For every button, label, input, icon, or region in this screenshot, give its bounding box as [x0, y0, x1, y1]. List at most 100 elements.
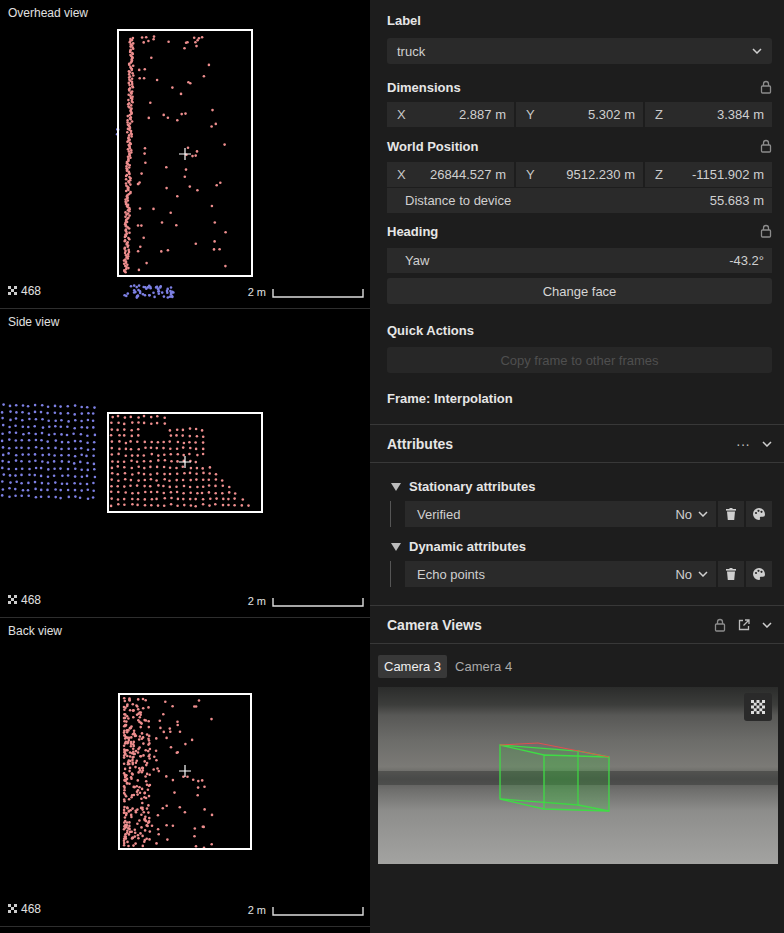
point-cloud-canvas-part [94, 434, 97, 437]
color-button[interactable] [746, 561, 772, 587]
chevron-down-icon[interactable] [762, 622, 772, 628]
lock-icon[interactable] [760, 80, 772, 94]
attribute-group-toggle[interactable]: Dynamic attributes [387, 539, 772, 554]
point-cloud-canvas-part [176, 472, 179, 475]
lock-part [760, 224, 772, 238]
center-cross-icon[interactable] [179, 148, 191, 160]
point-cloud-canvas-part [144, 162, 147, 165]
attributes-header[interactable]: Attributes··· [370, 425, 784, 462]
view-panel[interactable]: Side view4682 m [0, 309, 370, 618]
point-cloud-canvas-part [123, 423, 126, 426]
point-cloud-canvas-part [22, 489, 25, 492]
lock-icon[interactable] [760, 224, 772, 238]
number-field[interactable]: Y5.302 m [516, 102, 643, 127]
camera-tab[interactable]: Camera 3 [378, 655, 447, 678]
point-cloud-canvas-part [169, 212, 172, 215]
point-cloud-canvas-part [117, 480, 120, 483]
point-cloud-canvas-part [59, 412, 62, 415]
point-cloud-canvas-part [190, 467, 193, 470]
point-cloud-canvas-part [148, 726, 151, 729]
point-cloud-canvas[interactable] [0, 309, 370, 617]
point-cloud-canvas-part [123, 779, 126, 782]
camera-tab[interactable]: Camera 4 [449, 655, 518, 678]
distance-label: Distance to device [405, 193, 511, 208]
point-cloud-canvas-part [111, 440, 114, 443]
pointcloud-toggle-button[interactable] [744, 693, 772, 721]
bounding-box[interactable] [118, 30, 252, 276]
attribute-group-toggle[interactable]: Stationary attributes [387, 479, 772, 494]
point-cloud-canvas-part [172, 779, 175, 782]
bounding-box[interactable] [108, 413, 262, 512]
center-cross-icon[interactable] [179, 456, 191, 468]
number-field[interactable]: X26844.527 m [387, 162, 514, 187]
external-link-icon[interactable] [738, 619, 750, 631]
triangle-down-icon[interactable] [391, 543, 401, 551]
point-cloud-canvas-part [193, 37, 196, 40]
point-cloud-canvas-part [137, 498, 140, 501]
color-button[interactable] [746, 501, 772, 527]
point-cloud-canvas-part [176, 505, 179, 508]
point-cloud-canvas-part [160, 250, 163, 253]
point-cloud-canvas-part [125, 812, 128, 815]
point-cloud-canvas-part [132, 756, 135, 759]
attribute-select[interactable]: VerifiedNo [405, 501, 716, 527]
triangle-down-part [391, 483, 401, 491]
point-cloud-canvas-part [139, 791, 142, 794]
point-cloud-canvas-part [87, 469, 90, 472]
point-cloud-canvas-part [125, 749, 128, 752]
chevron-down-icon[interactable] [762, 441, 772, 447]
point-cloud-canvas-part [147, 811, 150, 814]
point-cloud-canvas-part [131, 837, 134, 840]
point-cloud-canvas-part [144, 294, 147, 297]
camera-image[interactable] [378, 687, 778, 864]
number-field[interactable]: Y9512.230 m [516, 162, 643, 187]
yaw-field[interactable]: Yaw-43.2° [387, 248, 772, 273]
point-cloud-canvas-part [126, 121, 129, 124]
attribute-select[interactable]: Echo pointsNo [405, 561, 716, 587]
point-cloud-canvas[interactable] [0, 0, 370, 308]
point-cloud-canvas-part [2, 424, 5, 427]
point-cloud-canvas-part [143, 760, 146, 763]
bounding-box[interactable] [119, 694, 251, 849]
point-cloud-canvas-part [14, 424, 17, 427]
point-cloud-canvas-part [28, 412, 31, 415]
delete-button[interactable] [718, 501, 744, 527]
lock-icon[interactable] [714, 618, 726, 632]
palette-part [752, 567, 766, 581]
point-cloud-canvas-part [87, 497, 90, 500]
point-cloud-canvas-part [130, 285, 133, 288]
attribute-value: No [675, 507, 708, 522]
triangle-down-icon[interactable] [391, 483, 401, 491]
center-cross-icon[interactable] [179, 765, 191, 777]
point-cloud-canvas-part [169, 486, 172, 489]
camera-views-header[interactable]: Camera Views [370, 606, 784, 643]
point-cloud-canvas-part [136, 460, 139, 463]
point-cloud-canvas-part [162, 114, 165, 117]
triangle-down-part [391, 543, 401, 551]
point-cloud-canvas-part [170, 497, 173, 500]
more-menu[interactable]: ··· [736, 436, 750, 452]
delete-button[interactable] [718, 561, 744, 587]
point-cloud-canvas-part [80, 447, 83, 450]
point-cloud-canvas-part [15, 404, 18, 407]
point-cloud-canvas-part [40, 439, 43, 442]
point-cloud-canvas-part [126, 841, 129, 844]
label-dropdown[interactable]: truck [387, 38, 772, 64]
point-cloud-canvas-part [41, 404, 44, 407]
view-panel[interactable]: Back view4682 m [0, 618, 370, 927]
point-cloud-canvas-part [137, 771, 140, 774]
axis-label: X [397, 167, 406, 182]
lock-icon[interactable] [760, 139, 772, 153]
point-cloud-canvas-part [215, 478, 218, 481]
point-cloud-canvas-part [147, 706, 150, 709]
point-cloud-canvas-part [165, 824, 168, 827]
point-cloud-canvas[interactable] [0, 618, 370, 926]
point-cloud-canvas-part [143, 415, 146, 418]
number-field[interactable]: Z-1151.902 m [645, 162, 772, 187]
point-cloud-canvas-part [21, 453, 24, 456]
number-field[interactable]: X2.887 m [387, 102, 514, 127]
number-field[interactable]: Z3.384 m [645, 102, 772, 127]
view-panel[interactable]: Overhead view4682 m [0, 0, 370, 309]
change-face-button[interactable]: Change face [387, 278, 772, 304]
point-cloud-canvas-part [169, 731, 172, 734]
